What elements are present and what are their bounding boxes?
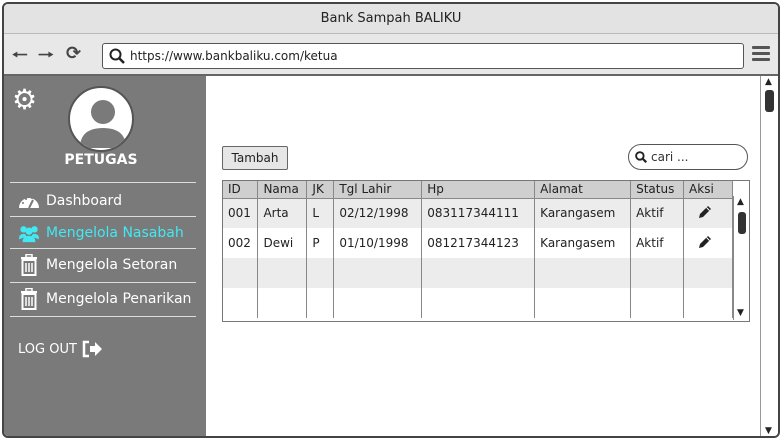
address-bar[interactable]: https://www.bankbaliku.com/ketua: [102, 43, 744, 69]
hamburger-menu-icon[interactable]: [752, 46, 770, 64]
column-header[interactable]: Tgl Lahir: [333, 181, 423, 199]
cell-aksi: [683, 228, 733, 258]
nasabah-table: ID Nama JK Tgl Lahir Hp Alamat Status Ak…: [222, 180, 750, 322]
sidebar-item-mengelola-nasabah[interactable]: Mengelola Nasabah: [18, 222, 184, 244]
cell-nama: Dewi: [257, 228, 308, 258]
browser-toolbar: 🠐 🠒 ⟳ https://www.bankbaliku.com/ketua: [4, 34, 778, 76]
trash-icon: [18, 254, 40, 276]
forward-arrow-icon[interactable]: 🠒: [38, 43, 54, 73]
cell-jk: P: [306, 228, 335, 258]
users-icon: [18, 222, 40, 244]
cell-jk: L: [306, 198, 335, 228]
cell-alamat: Karangasem: [534, 198, 632, 228]
column-header[interactable]: JK: [306, 181, 335, 199]
table-header-row: ID Nama JK Tgl Lahir Hp Alamat Status Ak…: [223, 181, 733, 199]
dashboard-gauge-icon: [18, 190, 40, 212]
column-header[interactable]: Aksi: [683, 181, 733, 199]
sidebar-item-label: Mengelola Nasabah: [46, 225, 184, 241]
cell-hp: 081217344123: [421, 228, 536, 258]
sidebar-item-label: Dashboard: [46, 193, 122, 209]
scroll-down-icon[interactable]: ▼: [765, 427, 772, 436]
logout-label: LOG OUT: [18, 341, 77, 357]
column-header[interactable]: Status: [630, 181, 685, 199]
search-input[interactable]: cari ...: [651, 150, 688, 164]
sidebar-divider: [10, 182, 196, 183]
cell-tgl-lahir: 01/10/1998: [333, 228, 423, 258]
sidebar-divider: [10, 216, 196, 217]
table-row: [223, 288, 733, 318]
cell-nama: Arta: [257, 198, 308, 228]
sidebar-divider: [10, 316, 196, 317]
cell-aksi: [683, 198, 733, 228]
cell-hp: 083117344111: [421, 198, 536, 228]
cell-tgl-lahir: 02/12/1998: [333, 198, 423, 228]
cell-status: Aktif: [630, 228, 685, 258]
trash-icon: [18, 288, 40, 310]
sidebar-divider: [10, 248, 196, 249]
role-label: PETUGAS: [64, 152, 138, 168]
pencil-icon[interactable]: [697, 234, 713, 250]
sidebar-divider: [10, 282, 196, 283]
pencil-icon[interactable]: [697, 204, 713, 220]
back-arrow-icon[interactable]: 🠐: [12, 43, 28, 73]
table-row: [223, 258, 733, 288]
logout-icon: [82, 340, 102, 358]
scroll-up-icon[interactable]: ▲: [737, 198, 744, 207]
column-header[interactable]: Alamat: [534, 181, 632, 199]
sidebar-item-dashboard[interactable]: Dashboard: [18, 190, 122, 212]
tambah-button[interactable]: Tambah: [222, 146, 288, 170]
table-row[interactable]: 001 Arta L 02/12/1998 083117344111 Karan…: [223, 198, 733, 228]
page-scrollbar[interactable]: ▲ ▼: [760, 76, 778, 436]
cell-alamat: Karangasem: [534, 228, 632, 258]
table-scrollbar[interactable]: ▲ ▼: [733, 196, 749, 320]
url-text: https://www.bankbaliku.com/ketua: [130, 49, 338, 63]
sidebar-item-mengelola-setoran[interactable]: Mengelola Setoran: [18, 254, 177, 276]
sidebar-item-mengelola-penarikan[interactable]: Mengelola Penarikan: [18, 288, 191, 310]
window-title: Bank Sampah BALIKU: [320, 11, 462, 26]
scroll-thumb[interactable]: [765, 90, 774, 112]
cell-id: 002: [223, 228, 259, 258]
scroll-thumb[interactable]: [738, 212, 746, 234]
main-content: Tambah cari ... ID Nama JK Tgl Lahir Hp …: [206, 76, 762, 436]
search-icon: [109, 48, 125, 64]
scroll-down-icon[interactable]: ▼: [737, 309, 744, 318]
cell-id: 001: [223, 198, 259, 228]
table-row[interactable]: 002 Dewi P 01/10/1998 081217344123 Karan…: [223, 228, 733, 258]
gear-icon[interactable]: ⚙: [12, 86, 37, 114]
browser-window: Bank Sampah BALIKU 🠐 🠒 ⟳ https://www.ban…: [2, 2, 780, 438]
sidebar-item-label: Mengelola Setoran: [46, 257, 178, 273]
search-box[interactable]: cari ...: [628, 144, 748, 170]
search-icon: [635, 151, 647, 163]
logout-button[interactable]: LOG OUT: [18, 340, 103, 358]
sidebar-item-label: Mengelola Penarikan: [46, 291, 192, 307]
user-silhouette-icon: [80, 100, 126, 148]
reload-icon[interactable]: ⟳: [66, 43, 81, 64]
cell-status: Aktif: [630, 198, 685, 228]
column-header[interactable]: Hp: [421, 181, 536, 199]
sidebar: ⚙ PETUGAS Dashboard Mengelola Nasabah Me…: [4, 76, 206, 436]
title-bar: Bank Sampah BALIKU: [4, 4, 778, 34]
column-header[interactable]: ID: [223, 181, 259, 199]
avatar: [68, 86, 134, 152]
column-header[interactable]: Nama: [257, 181, 308, 199]
scroll-up-icon[interactable]: ▲: [765, 78, 772, 87]
